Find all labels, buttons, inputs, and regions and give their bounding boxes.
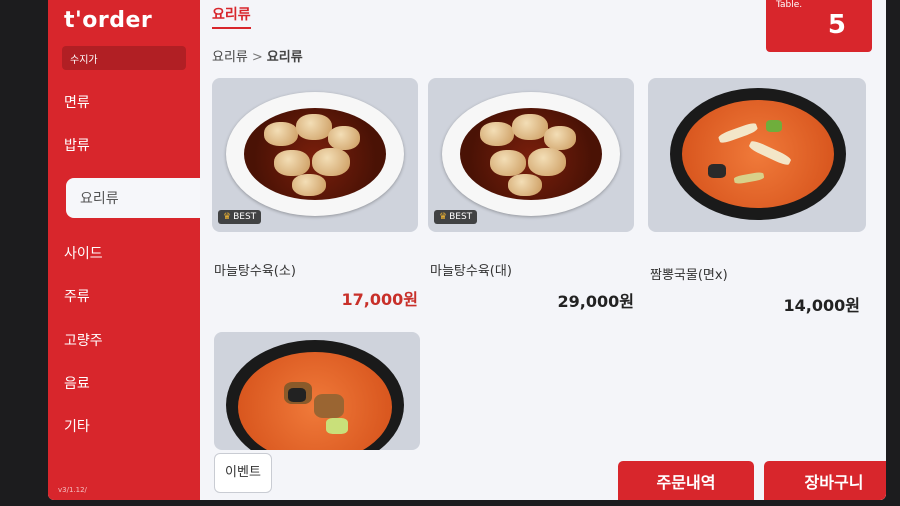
breadcrumb-item: 요리류	[266, 50, 303, 65]
menu-item-card[interactable]: 짬뽕국물(면x) 14,000원	[648, 78, 866, 315]
cart-button[interactable]: 장바구니	[764, 461, 886, 500]
sidebar-item-dishes[interactable]: 요리류	[66, 178, 216, 218]
menu-item-card[interactable]: ♛ BEST 마늘탕수육(소) 17,000원	[212, 78, 418, 309]
menu-item-image	[648, 78, 866, 232]
table-number-badge: Table. 5	[766, 0, 872, 52]
sidebar-item-label: 사이드	[64, 246, 103, 262]
event-button[interactable]: 이벤트	[214, 453, 272, 493]
crown-icon: ♛	[439, 212, 448, 222]
sidebar-item-label: 요리류	[80, 191, 119, 207]
sidebar-item-drinks[interactable]: 음료	[48, 363, 200, 403]
sidebar-item-label: 고량주	[64, 333, 103, 349]
category-sidebar: t'order 수지가 면류 밥류 요리류 사이드 주류 고량주 음료 기타 v…	[48, 0, 216, 500]
table-number: 5	[827, 10, 846, 40]
sidebar-item-etc[interactable]: 기타	[48, 406, 200, 446]
best-badge: ♛ BEST	[434, 210, 478, 224]
version-label: v3/1.12/	[58, 486, 87, 494]
menu-item-image: ♛ BEST	[428, 78, 634, 232]
store-label: 수지가	[62, 46, 186, 70]
menu-item-price: 17,000원	[341, 290, 418, 309]
sidebar-item-label: 주류	[64, 289, 90, 305]
sidebar-item-sides[interactable]: 사이드	[48, 233, 200, 273]
menu-item-name: 마늘탕수육(대)	[430, 264, 512, 279]
menu-item-price: 29,000원	[557, 292, 634, 311]
breadcrumb: 요리류 > 요리류	[212, 46, 303, 65]
menu-item-card[interactable]: ♛ BEST 마늘탕수육(대) 29,000원	[428, 78, 634, 311]
crown-icon: ♛	[223, 212, 232, 222]
menu-item-card[interactable]	[214, 332, 420, 450]
sidebar-item-kaoliang[interactable]: 고량주	[48, 320, 200, 360]
sidebar-item-noodles[interactable]: 면류	[48, 82, 200, 122]
sidebar-item-liquor[interactable]: 주류	[48, 276, 200, 316]
sidebar-item-label: 기타	[64, 419, 90, 435]
tab-dishes[interactable]: 요리류	[212, 4, 251, 29]
breadcrumb-item[interactable]: 요리류	[212, 50, 248, 65]
menu-item-image	[214, 332, 420, 450]
sidebar-item-rice[interactable]: 밥류	[48, 125, 200, 165]
brand-logo: t'order	[64, 8, 153, 33]
sidebar-item-label: 밥류	[64, 138, 90, 154]
sidebar-item-label: 면류	[64, 95, 90, 111]
sidebar-item-label: 음료	[64, 376, 90, 392]
menu-item-name: 짬뽕국물(면x)	[650, 268, 728, 283]
menu-item-price: 14,000원	[783, 296, 860, 315]
table-label: Table.	[776, 0, 803, 10]
menu-item-image: ♛ BEST	[212, 78, 418, 232]
kiosk-screen: t'order 수지가 면류 밥류 요리류 사이드 주류 고량주 음료 기타 v…	[48, 0, 886, 500]
order-history-button[interactable]: 주문내역	[618, 461, 754, 500]
best-badge: ♛ BEST	[218, 210, 262, 224]
menu-panel: 요리류 요리류 > 요리류 Table. 5 ♛ BEST 마늘탕수육(소) 17,0…	[200, 0, 886, 500]
menu-item-name: 마늘탕수육(소)	[214, 264, 296, 279]
breadcrumb-separator: >	[251, 50, 263, 65]
